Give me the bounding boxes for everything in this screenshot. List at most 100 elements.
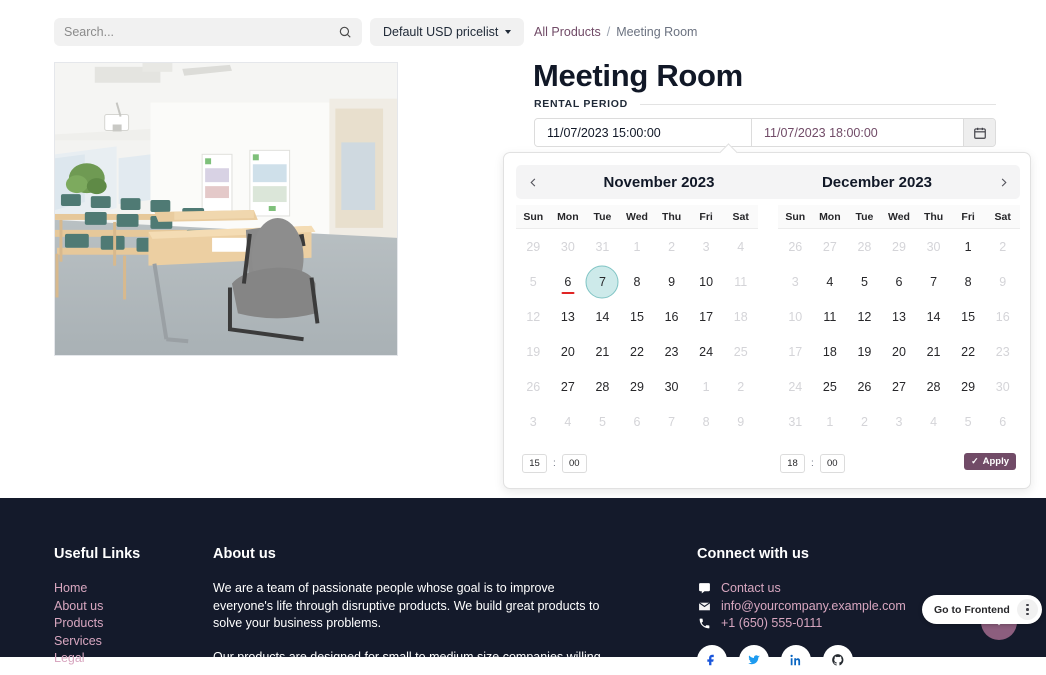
footer-link-about-us[interactable]: About us [54, 598, 204, 616]
day-number: 19 [857, 345, 871, 359]
day-number: 30 [561, 240, 575, 254]
day-cell[interactable]: 11 [813, 299, 848, 334]
day-cell[interactable]: 22 [951, 334, 986, 369]
day-cell[interactable]: 25 [813, 369, 848, 404]
day-cell[interactable]: 4 [813, 264, 848, 299]
day-cell[interactable]: 24 [689, 334, 724, 369]
day-cell[interactable]: 13 [882, 299, 917, 334]
day-number: 11 [734, 275, 747, 289]
day-cell: 29 [882, 229, 917, 264]
month-title-december[interactable]: December 2023 [768, 174, 986, 191]
day-cell[interactable]: 20 [551, 334, 586, 369]
day-cell[interactable]: 15 [620, 299, 655, 334]
day-cell[interactable]: 15 [951, 299, 986, 334]
day-cell[interactable]: 20 [882, 334, 917, 369]
pricelist-dropdown[interactable]: Default USD pricelist [370, 18, 524, 46]
day-cell[interactable]: 29 [620, 369, 655, 404]
twitter-icon[interactable] [739, 645, 769, 675]
day-cell[interactable]: 9 [654, 264, 689, 299]
search-icon[interactable] [338, 25, 352, 39]
day-cell[interactable]: 29 [951, 369, 986, 404]
end-hour-input[interactable]: 18 [780, 454, 805, 473]
search-input[interactable]: Search... [54, 18, 362, 46]
day-cell[interactable]: 2 [985, 229, 1020, 264]
day-cell[interactable]: 22 [620, 334, 655, 369]
day-cell[interactable]: 23 [654, 334, 689, 369]
day-cell[interactable]: 16 [654, 299, 689, 334]
day-number: 4 [826, 275, 833, 289]
calendar-icon[interactable] [963, 119, 995, 146]
day-cell[interactable]: 25 [723, 334, 758, 369]
email-link[interactable]: info@yourcompany.example.com [721, 598, 906, 616]
day-cell[interactable]: 28 [585, 369, 620, 404]
day-cell[interactable]: 17 [778, 334, 813, 369]
day-cell[interactable]: 10 [689, 264, 724, 299]
kebab-menu-icon[interactable] [1017, 599, 1038, 620]
day-cell[interactable]: 12 [516, 299, 551, 334]
linkedin-icon[interactable] [781, 645, 811, 675]
social-links-row [697, 645, 1017, 675]
day-cell[interactable]: 19 [516, 334, 551, 369]
day-cell[interactable]: 26 [516, 369, 551, 404]
chat-bubble-icon [697, 582, 711, 595]
day-cell[interactable]: 8 [951, 264, 986, 299]
day-cell[interactable]: 8 [620, 264, 655, 299]
start-minute-input[interactable]: 00 [562, 454, 587, 473]
day-cell[interactable]: 14 [916, 299, 951, 334]
day-cell[interactable]: 19 [847, 334, 882, 369]
day-cell[interactable]: 24 [778, 369, 813, 404]
go-to-frontend-widget[interactable]: Go to Frontend [922, 595, 1042, 624]
day-cell[interactable]: 21 [916, 334, 951, 369]
day-cell[interactable]: 5 [516, 264, 551, 299]
day-cell[interactable]: 30 [654, 369, 689, 404]
day-cell[interactable]: 18 [723, 299, 758, 334]
product-image[interactable] [54, 62, 398, 356]
go-to-frontend-label: Go to Frontend [934, 604, 1010, 616]
prev-month-button[interactable] [516, 165, 550, 199]
day-cell[interactable]: 23 [985, 334, 1020, 369]
day-cell[interactable]: 18 [813, 334, 848, 369]
day-cell[interactable]: 16 [985, 299, 1020, 334]
day-cell[interactable]: 14 [585, 299, 620, 334]
start-hour-input[interactable]: 15 [522, 454, 547, 473]
rental-start-input[interactable]: 11/07/2023 15:00:00 [535, 119, 752, 146]
day-cell[interactable]: 27 [551, 369, 586, 404]
day-cell[interactable]: 17 [689, 299, 724, 334]
day-cell[interactable]: 26 [847, 369, 882, 404]
footer-link-products[interactable]: Products [54, 615, 204, 633]
apply-button[interactable]: ✓ Apply [964, 453, 1016, 470]
day-cell[interactable]: 21 [585, 334, 620, 369]
github-icon[interactable] [823, 645, 853, 675]
contact-us-link[interactable]: Contact us [721, 580, 781, 598]
day-cell[interactable]: 28 [916, 369, 951, 404]
breadcrumb-all-products[interactable]: All Products [534, 25, 601, 39]
day-cell[interactable]: 31 [778, 404, 813, 439]
day-number: 25 [823, 380, 837, 394]
next-month-button[interactable] [986, 165, 1020, 199]
rental-end-input[interactable]: 11/07/2023 18:00:00 [752, 119, 963, 146]
day-cell[interactable]: 6 [551, 264, 586, 299]
phone-link[interactable]: +1 (650) 555-0111 [721, 615, 822, 633]
day-cell[interactable]: 12 [847, 299, 882, 334]
day-cell[interactable]: 9 [985, 264, 1020, 299]
day-cell[interactable]: 30 [985, 369, 1020, 404]
day-cell[interactable]: 7 [916, 264, 951, 299]
day-cell[interactable]: 7 [585, 264, 620, 299]
day-number: 6 [564, 275, 571, 289]
day-cell[interactable]: 3 [778, 264, 813, 299]
footer-link-services[interactable]: Services [54, 633, 204, 651]
day-cell[interactable]: 11 [723, 264, 758, 299]
month-title-november[interactable]: November 2023 [550, 174, 768, 191]
day-cell[interactable]: 6 [882, 264, 917, 299]
footer-link-home[interactable]: Home [54, 580, 204, 598]
facebook-icon[interactable] [697, 645, 727, 675]
day-cell[interactable]: 27 [882, 369, 917, 404]
footer-link-legal[interactable]: Legal [54, 650, 204, 668]
day-cell[interactable]: 5 [847, 264, 882, 299]
weekday-header-november: SunMonTueWedThuFriSat [516, 205, 758, 229]
day-cell[interactable]: 10 [778, 299, 813, 334]
day-cell[interactable]: 13 [551, 299, 586, 334]
day-cell[interactable]: 1 [951, 229, 986, 264]
day-number: 12 [526, 310, 540, 324]
end-minute-input[interactable]: 00 [820, 454, 845, 473]
